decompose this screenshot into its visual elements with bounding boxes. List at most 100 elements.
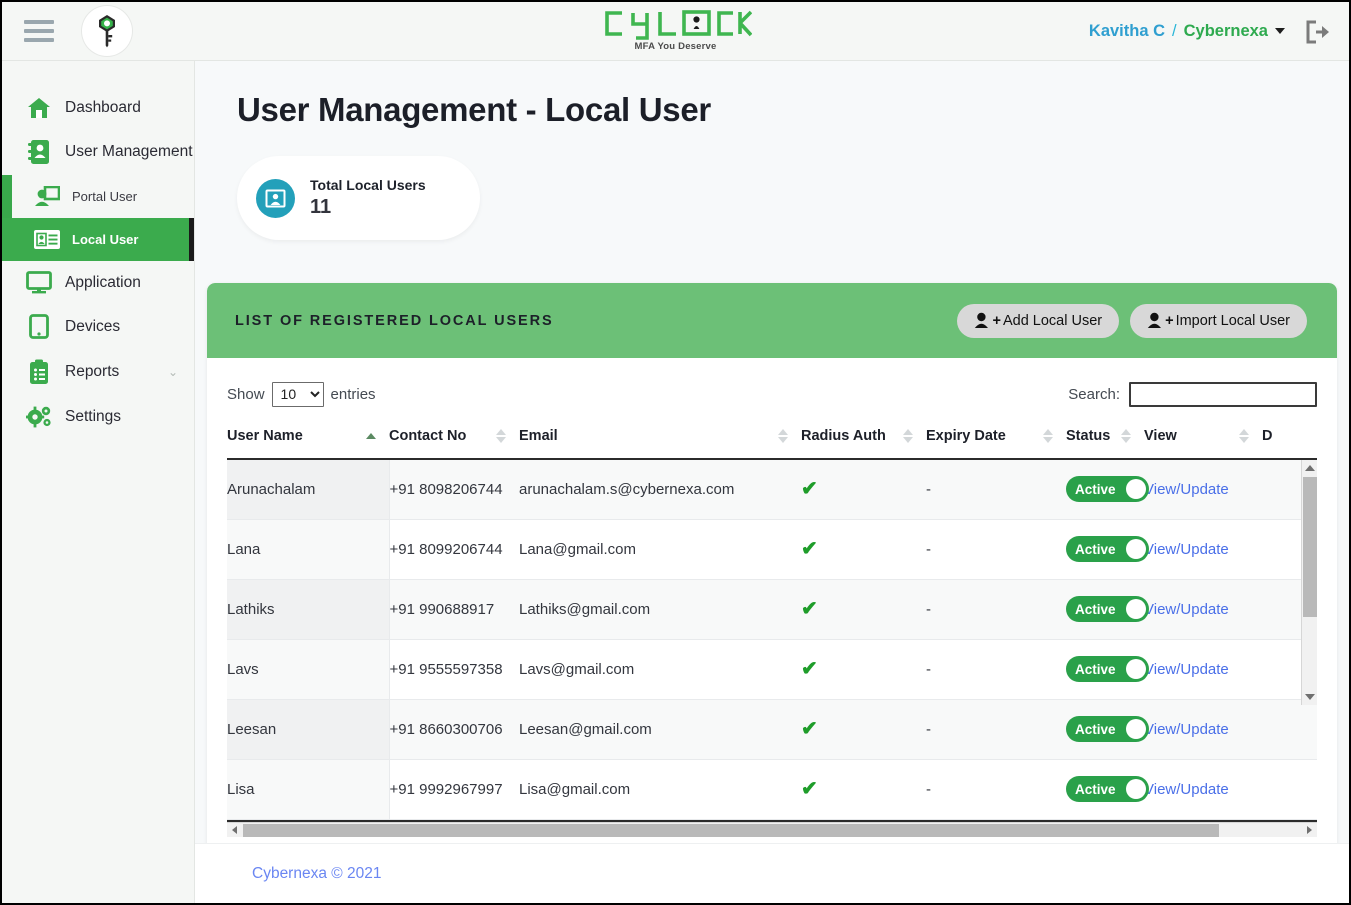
sort-indicator-icon[interactable] <box>778 429 801 443</box>
copyright-text[interactable]: Cybernexa © 2021 <box>252 865 381 883</box>
user-portrait-icon <box>256 178 295 218</box>
cell-contact-no: +91 8098206744 <box>389 459 519 520</box>
cell-email: Lavs@gmail.com <box>519 639 801 700</box>
cell-contact-no: +91 8660300706 <box>389 699 519 760</box>
chevron-down-icon[interactable]: ⌄ <box>168 365 178 379</box>
column-header-contact-no[interactable]: Contact No <box>389 418 519 460</box>
sidebar-item-reports[interactable]: Reports ⌄ <box>2 349 194 395</box>
user-add-icon <box>1147 312 1164 329</box>
id-card-icon <box>32 229 62 250</box>
table-vertical-scrollbar[interactable] <box>1301 460 1317 705</box>
cell-delete <box>1262 699 1317 760</box>
table-horizontal-scrollbar[interactable] <box>227 822 1317 837</box>
view-update-link[interactable]: View/Update <box>1144 481 1229 498</box>
local-users-table: User Name Contact No Email Radius Auth E… <box>227 418 1317 820</box>
plus-sign: + <box>1165 312 1174 329</box>
cell-status: Active <box>1066 759 1149 820</box>
column-header-radius-auth[interactable]: Radius Auth <box>801 418 926 460</box>
application-window: MFA You Deserve Kavitha C / Cybernexa Da… <box>0 0 1351 905</box>
sidebar-item-settings[interactable]: Settings <box>2 395 194 439</box>
sidebar-item-application[interactable]: Application <box>2 261 194 304</box>
table-row[interactable]: Leesan +91 8660300706 Leesan@gmail.com ✔… <box>227 699 1317 760</box>
sort-indicator-icon[interactable] <box>1043 429 1066 443</box>
brand-key-logo[interactable] <box>82 6 132 56</box>
status-toggle[interactable]: Active <box>1066 656 1149 682</box>
sidebar-item-label: Local User <box>72 232 139 247</box>
stat-card-value: 11 <box>310 196 332 218</box>
logout-icon[interactable] <box>1305 20 1331 44</box>
sidebar-item-dashboard[interactable]: Dashboard <box>2 87 194 129</box>
tenant-name[interactable]: Cybernexa <box>1184 22 1268 41</box>
cell-radius-auth: ✔ <box>801 639 926 700</box>
view-update-link[interactable]: View/Update <box>1144 781 1229 798</box>
status-toggle[interactable]: Active <box>1066 596 1149 622</box>
status-badge: Active <box>1075 481 1116 497</box>
table-row[interactable]: Lisa +91 9992967997 Lisa@gmail.com ✔ - A… <box>227 759 1317 820</box>
toggle-knob <box>1126 599 1146 619</box>
hamburger-menu-icon[interactable] <box>24 18 56 44</box>
column-label: Expiry Date <box>926 428 1006 444</box>
table-row[interactable]: Lana +91 8099206744 Lana@gmail.com ✔ - A… <box>227 519 1317 580</box>
view-update-link[interactable]: View/Update <box>1144 541 1229 558</box>
view-update-link[interactable]: View/Update <box>1144 601 1229 618</box>
page-size-select[interactable]: 102550100 <box>271 381 324 407</box>
column-header-email[interactable]: Email <box>519 418 801 460</box>
cell-user-name: Lavs <box>227 639 390 700</box>
status-toggle[interactable]: Active <box>1066 716 1149 742</box>
scroll-left-arrow-icon[interactable] <box>227 823 242 838</box>
current-user-name[interactable]: Kavitha C <box>1089 22 1165 41</box>
show-entries-control: Show 102550100 entries <box>227 381 376 407</box>
add-local-user-button[interactable]: + Add Local User <box>957 303 1120 338</box>
view-update-link[interactable]: View/Update <box>1144 661 1229 678</box>
search-input[interactable] <box>1129 381 1317 407</box>
horizontal-scroll-track[interactable] <box>1220 823 1302 837</box>
check-icon: ✔ <box>801 718 818 740</box>
column-header-delete[interactable]: D <box>1262 418 1317 460</box>
status-toggle[interactable]: Active <box>1066 536 1149 562</box>
clipboard-list-icon <box>24 359 54 385</box>
chevron-down-icon[interactable] <box>1275 27 1285 34</box>
column-header-view[interactable]: View <box>1144 418 1262 460</box>
table-row[interactable]: Arunachalam +91 8098206744 arunachalam.s… <box>227 459 1317 520</box>
table-row[interactable]: Lathiks +91 990688917 Lathiks@gmail.com … <box>227 579 1317 640</box>
table-row[interactable]: Lavs +91 9555597358 Lavs@gmail.com ✔ - A… <box>227 639 1317 700</box>
table-body: Arunachalam +91 8098206744 arunachalam.s… <box>227 459 1317 820</box>
topbar-account-area: Kavitha C / Cybernexa <box>1089 2 1331 61</box>
home-icon <box>24 97 54 119</box>
cylock-logo: MFA You Deserve <box>581 8 771 52</box>
cell-view: View/Update <box>1144 519 1262 580</box>
key-logo-icon <box>99 15 115 48</box>
sort-indicator-icon[interactable] <box>496 429 519 443</box>
vertical-scroll-thumb[interactable] <box>1303 477 1317 617</box>
view-update-link[interactable]: View/Update <box>1144 721 1229 738</box>
sort-indicator-icon[interactable] <box>366 433 389 439</box>
sidebar-item-user-management[interactable]: User Management ⌄ <box>2 129 194 175</box>
stat-card-label: Total Local Users <box>310 177 426 193</box>
horizontal-scroll-thumb[interactable] <box>243 823 1219 837</box>
sidebar-item-local-user[interactable]: Local User <box>2 218 194 261</box>
sidebar-item-portal-user[interactable]: Portal User <box>2 175 194 218</box>
sidebar-item-devices[interactable]: Devices <box>2 304 194 349</box>
column-header-expiry-date[interactable]: Expiry Date <box>926 418 1066 460</box>
scroll-up-arrow-icon[interactable] <box>1302 460 1317 476</box>
column-header-user-name[interactable]: User Name <box>227 418 389 460</box>
cell-radius-auth: ✔ <box>801 759 926 820</box>
column-header-status[interactable]: Status <box>1066 418 1144 460</box>
chevron-down-icon[interactable]: ⌄ <box>168 145 178 159</box>
import-local-user-button[interactable]: + Import Local User <box>1130 303 1307 338</box>
total-local-users-card: Total Local Users 11 <box>237 156 480 240</box>
cell-contact-no: +91 9992967997 <box>389 759 519 820</box>
scroll-right-arrow-icon[interactable] <box>1302 823 1317 838</box>
column-label: Contact No <box>389 428 467 444</box>
cell-contact-no: +91 8099206744 <box>389 519 519 580</box>
scroll-down-arrow-icon[interactable] <box>1302 689 1317 705</box>
sort-indicator-icon[interactable] <box>1121 429 1144 443</box>
sidebar-item-label: Devices <box>65 317 121 335</box>
status-toggle[interactable]: Active <box>1066 476 1149 502</box>
sort-indicator-icon[interactable] <box>1239 429 1262 443</box>
status-toggle[interactable]: Active <box>1066 776 1149 802</box>
cell-user-name: Lathiks <box>227 579 390 640</box>
toggle-knob <box>1126 779 1146 799</box>
cylock-wordmark-icon <box>581 8 771 40</box>
sort-indicator-icon[interactable] <box>903 429 926 443</box>
